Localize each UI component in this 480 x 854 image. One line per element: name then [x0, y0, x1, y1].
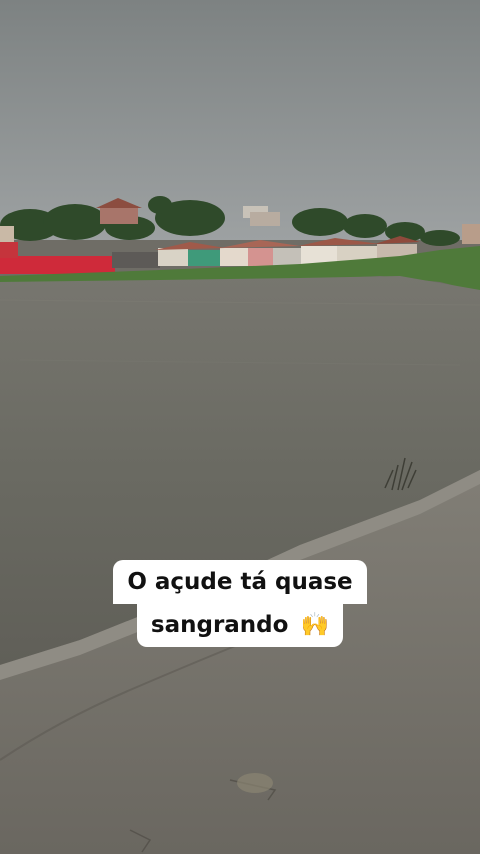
landscape-illustration	[0, 0, 480, 854]
caption-line-2-text: sangrando	[150, 612, 289, 638]
caption-line-1: O açude tá quase	[113, 560, 367, 604]
photo-scene: O açude tá quase sangrando 🙌	[0, 0, 480, 854]
red-wall	[0, 256, 115, 274]
caption-overlay: O açude tá quase sangrando 🙌	[0, 560, 480, 647]
sky	[0, 0, 480, 240]
caption-line-2: sangrando 🙌	[136, 603, 344, 647]
raising-hands-icon: 🙌	[300, 612, 330, 638]
